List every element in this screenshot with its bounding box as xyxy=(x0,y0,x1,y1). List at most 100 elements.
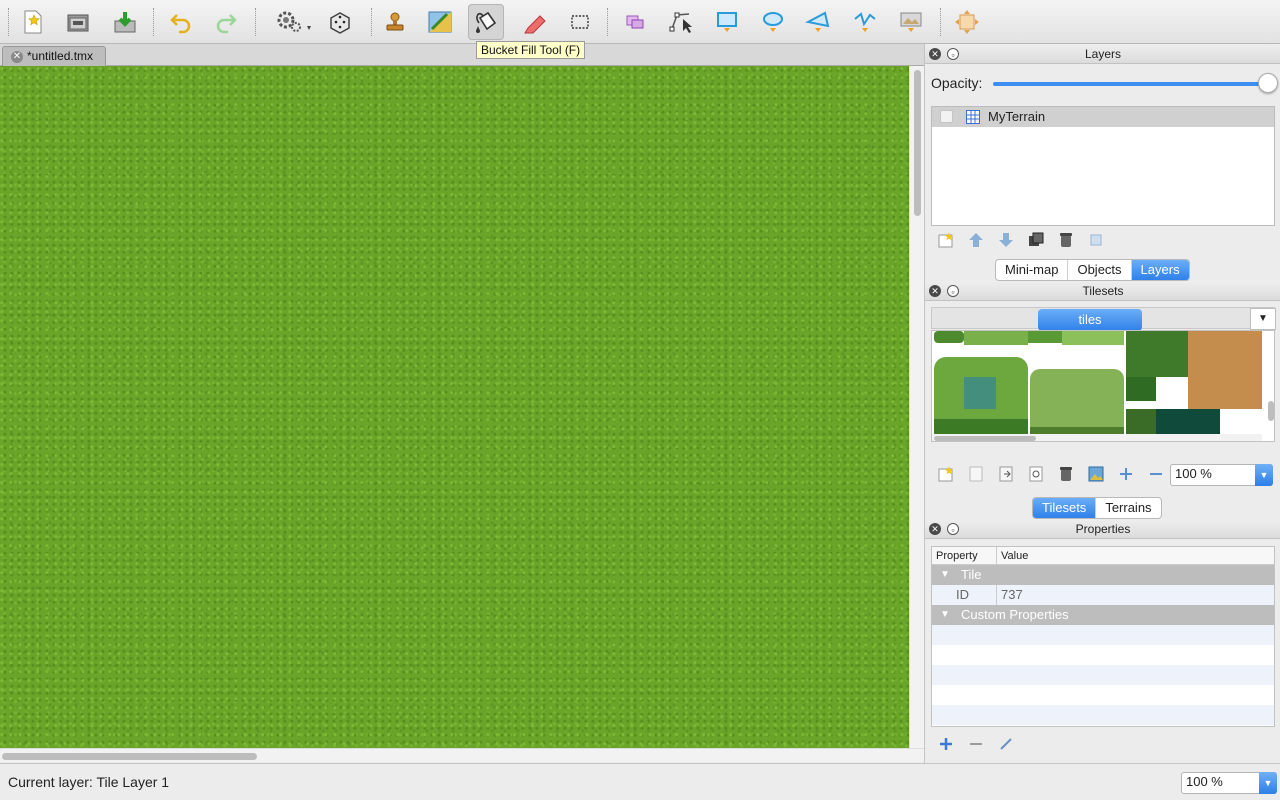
tileset-horizontal-scrollbar[interactable] xyxy=(932,434,1262,441)
column-value: Value xyxy=(1001,550,1029,562)
zoom-out-icon[interactable] xyxy=(1141,463,1171,485)
undo-icon[interactable] xyxy=(163,4,199,40)
dock-tabs-top: Mini-map Objects Layers xyxy=(995,259,1190,281)
toolbar-separator xyxy=(153,8,154,36)
map-zoom-combo[interactable]: 100 % ▼ xyxy=(1181,772,1277,794)
collapse-arrow-icon[interactable]: ▼ xyxy=(940,565,950,585)
close-panel-icon[interactable]: ✕ xyxy=(929,48,941,60)
close-panel-icon[interactable]: ✕ xyxy=(929,523,941,535)
toolbar-separator xyxy=(255,8,256,36)
rename-property-icon[interactable] xyxy=(991,733,1021,755)
tileset-properties-icon[interactable] xyxy=(1021,463,1051,485)
scroll-thumb[interactable] xyxy=(2,753,257,760)
random-mode-icon[interactable] xyxy=(272,4,316,40)
duplicate-layer-icon[interactable] xyxy=(1021,229,1051,251)
tileset-zoom-combo[interactable]: 100 % ▼ xyxy=(1170,464,1273,486)
float-panel-icon[interactable]: ▫ xyxy=(947,48,959,60)
properties-header: Property Value xyxy=(932,547,1274,565)
right-dock: ✕ ▫ Layers Opacity: MyTerrain Mini-map O… xyxy=(924,44,1280,763)
opacity-label: Opacity: xyxy=(931,75,983,91)
add-property-icon[interactable] xyxy=(931,733,961,755)
chevron-down-icon: ▼ xyxy=(1255,464,1273,486)
layer-list: MyTerrain xyxy=(931,106,1275,226)
empty-row xyxy=(932,625,1274,645)
stamp-brush-icon[interactable] xyxy=(377,4,413,40)
scroll-thumb[interactable] xyxy=(914,70,921,216)
redo-icon[interactable] xyxy=(208,4,244,40)
insert-ellipse-icon[interactable] xyxy=(755,4,791,40)
main-toolbar xyxy=(0,0,1280,44)
toggle-other-layers-icon[interactable] xyxy=(1081,229,1111,251)
tileset-image xyxy=(932,331,1274,441)
chevron-down-icon: ▼ xyxy=(1258,313,1268,324)
insert-tile-icon[interactable] xyxy=(893,4,929,40)
insert-polygon-icon[interactable] xyxy=(800,4,836,40)
property-group-custom[interactable]: ▼ Custom Properties xyxy=(932,605,1274,625)
tab-minimap[interactable]: Mini-map xyxy=(996,260,1069,280)
property-row-id[interactable]: ID 737 xyxy=(932,585,1274,605)
bucket-fill-icon[interactable] xyxy=(468,4,504,40)
terrain-brush-icon[interactable] xyxy=(422,4,458,40)
raise-layer-icon[interactable] xyxy=(961,229,991,251)
edit-tileset-image-icon[interactable] xyxy=(1081,463,1111,485)
delete-tileset-icon[interactable] xyxy=(1051,463,1081,485)
rectangle-select-icon[interactable] xyxy=(562,4,598,40)
export-tileset-icon[interactable] xyxy=(991,463,1021,485)
collapse-arrow-icon[interactable]: ▼ xyxy=(940,605,950,625)
opacity-slider-handle[interactable] xyxy=(1258,73,1278,93)
eraser-icon[interactable] xyxy=(515,4,551,40)
insert-polyline-icon[interactable] xyxy=(847,4,883,40)
layer-offset-icon[interactable] xyxy=(949,4,985,40)
toolbar-separator xyxy=(940,8,941,36)
map-horizontal-scrollbar[interactable] xyxy=(0,748,924,762)
close-tab-icon[interactable]: ✕ xyxy=(11,51,23,63)
toolbar-separator xyxy=(607,8,608,36)
delete-layer-icon[interactable] xyxy=(1051,229,1081,251)
document-tab[interactable]: ✕ *untitled.tmx xyxy=(2,46,106,66)
properties-table: Property Value ▼ Tile ID 737 ▼ Custom Pr… xyxy=(931,546,1275,727)
new-tileset-icon[interactable] xyxy=(931,463,961,485)
float-panel-icon[interactable]: ▫ xyxy=(947,523,959,535)
zoom-in-icon[interactable] xyxy=(1111,463,1141,485)
map-canvas[interactable] xyxy=(0,66,909,748)
tab-tileset-tiles[interactable]: tiles xyxy=(1038,309,1142,331)
layer-visibility-checkbox[interactable] xyxy=(940,110,953,123)
float-panel-icon[interactable]: ▫ xyxy=(947,285,959,297)
tooltip: Bucket Fill Tool (F) xyxy=(476,41,586,59)
remove-property-icon[interactable] xyxy=(961,733,991,755)
property-group-tile[interactable]: ▼ Tile xyxy=(932,565,1274,585)
tab-objects[interactable]: Objects xyxy=(1068,260,1132,280)
insert-rectangle-icon[interactable] xyxy=(709,4,745,40)
tile-layer-icon xyxy=(966,110,980,124)
toolbar-separator xyxy=(8,8,9,36)
tab-terrains[interactable]: Terrains xyxy=(1096,498,1160,518)
tab-tilesets[interactable]: Tilesets xyxy=(1033,498,1097,518)
document-tab-label: *untitled.tmx xyxy=(27,49,94,63)
tileset-menu-button[interactable]: ▼ xyxy=(1250,308,1276,330)
save-file-icon[interactable] xyxy=(107,4,143,40)
tileset-view[interactable] xyxy=(931,330,1275,442)
open-file-icon[interactable] xyxy=(60,4,96,40)
group-label: Custom Properties xyxy=(961,607,1069,622)
opacity-slider[interactable] xyxy=(993,82,1265,86)
map-zoom-value: 100 % xyxy=(1186,774,1223,789)
import-tileset-icon[interactable] xyxy=(961,463,991,485)
tileset-actions-bar xyxy=(931,461,1171,487)
map-vertical-scrollbar[interactable] xyxy=(909,66,924,748)
edit-polygons-icon[interactable] xyxy=(663,4,699,40)
dice-icon[interactable] xyxy=(322,4,358,40)
status-bar: Current layer: Tile Layer 1 100 % ▼ xyxy=(0,763,1280,800)
layer-row[interactable]: MyTerrain xyxy=(932,107,1274,127)
layer-actions-bar xyxy=(931,227,1111,253)
scroll-thumb[interactable] xyxy=(934,436,1036,441)
lower-layer-icon[interactable] xyxy=(991,229,1021,251)
new-layer-icon[interactable] xyxy=(931,229,961,251)
tab-layers[interactable]: Layers xyxy=(1131,260,1189,280)
new-file-icon[interactable] xyxy=(15,4,51,40)
column-property: Property xyxy=(936,550,978,562)
group-label: Tile xyxy=(961,567,982,582)
empty-row xyxy=(932,665,1274,685)
select-objects-icon[interactable] xyxy=(617,4,653,40)
close-panel-icon[interactable]: ✕ xyxy=(929,285,941,297)
property-value: 737 xyxy=(1001,587,1023,602)
